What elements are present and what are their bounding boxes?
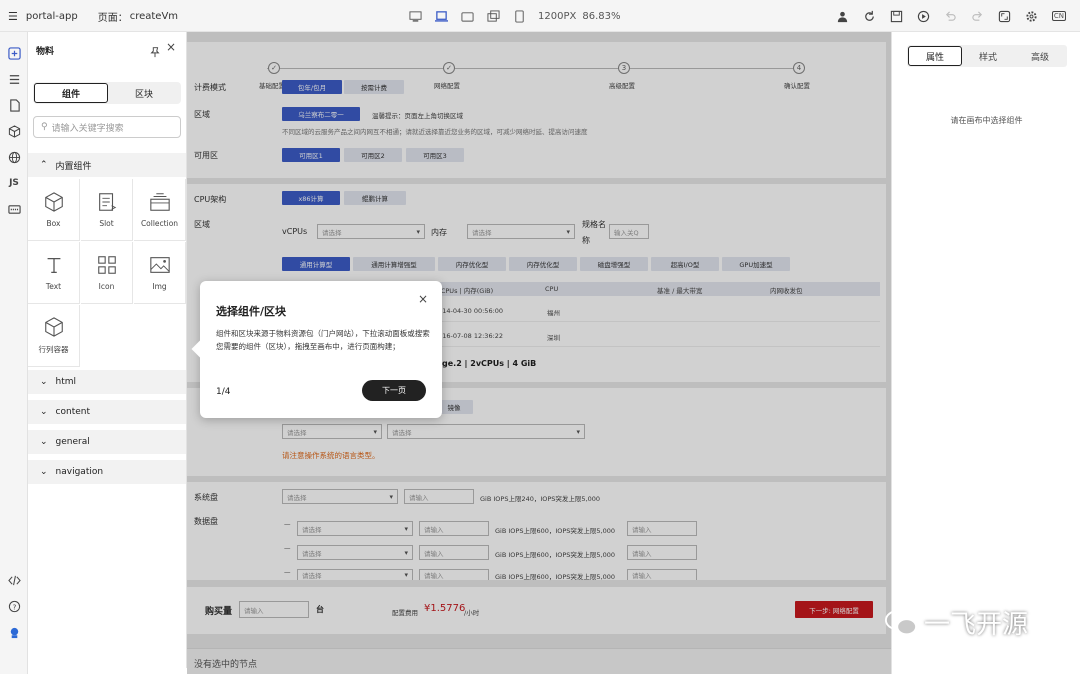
icon-grid-icon <box>97 256 116 274</box>
code-icon[interactable] <box>7 573 21 587</box>
page-label: 页面： <box>97 12 128 24</box>
component-slot[interactable]: Slot <box>81 179 133 241</box>
empty-selection-hint: 请在画布中选择组件 <box>950 116 1023 125</box>
group-label: navigation <box>55 467 104 477</box>
component-icon[interactable]: Icon <box>81 242 133 304</box>
tablet-icon[interactable] <box>486 9 500 23</box>
box-icon <box>44 192 63 212</box>
group-label: content <box>55 407 91 417</box>
group-label: html <box>55 377 77 387</box>
group-label: general <box>55 437 90 447</box>
watermark: 一飞开源 <box>884 604 1028 641</box>
close-icon[interactable]: × <box>418 292 428 306</box>
settings-icon[interactable] <box>1025 9 1039 23</box>
component-text[interactable]: Text <box>28 242 80 304</box>
page-name[interactable]: createVm <box>130 11 178 22</box>
group-content[interactable]: ⌄ content <box>28 400 186 424</box>
help-icon[interactable]: ? <box>7 599 21 613</box>
refresh-icon[interactable] <box>863 9 877 23</box>
component-collection[interactable]: Collection <box>134 179 186 241</box>
tab-blocks[interactable]: 区块 <box>108 83 180 103</box>
chevron-down-icon: ⌄ <box>40 377 48 387</box>
component-label: Text <box>45 282 62 291</box>
material-tabs: 组件 区块 <box>33 82 181 104</box>
tablet-landscape-icon[interactable] <box>460 9 474 23</box>
component-box[interactable]: Box <box>28 179 80 241</box>
chevron-down-icon: ⌄ <box>40 407 48 417</box>
component-row-col-container[interactable]: 行列容器 <box>28 305 80 367</box>
desktop-icon[interactable] <box>408 9 422 23</box>
mobile-icon[interactable] <box>512 9 526 23</box>
component-img[interactable]: Img <box>134 242 186 304</box>
group-label: 内置组件 <box>55 161 92 172</box>
component-label: Icon <box>98 282 115 291</box>
tab-advanced[interactable]: 高级 <box>1014 46 1066 66</box>
search-icon: ⚲ <box>41 122 48 132</box>
close-panel-icon[interactable]: × <box>166 40 176 54</box>
top-toolbar: ☰ portal-app 页面： createVm 1200PX 86.83% … <box>0 0 1080 32</box>
add-component-icon[interactable] <box>7 46 21 60</box>
redo-icon[interactable] <box>971 9 985 23</box>
slot-icon <box>98 193 116 211</box>
chevron-up-icon: ⌃ <box>40 160 48 170</box>
panel-title: 物料 <box>36 47 55 57</box>
group-general[interactable]: ⌄ general <box>28 430 186 454</box>
tab-styles[interactable]: 样式 <box>962 46 1014 66</box>
popover-body: 组件和区块来源于物料资源包（门户网站），下拉滚动面板或搜索您需要的组件（区块），… <box>216 329 430 351</box>
popover-title: 选择组件/区块 <box>216 305 287 318</box>
guide-popover: × 选择组件/区块 组件和区块来源于物料资源包（门户网站），下拉滚动面板或搜索您… <box>191 281 442 418</box>
search-placeholder: 请输入关键字搜索 <box>51 123 124 134</box>
component-search-input[interactable]: ⚲ 请输入关键字搜索 <box>33 116 181 138</box>
globe-icon[interactable] <box>7 150 21 164</box>
component-label: Box <box>46 219 61 228</box>
laptop-icon[interactable] <box>434 9 448 23</box>
image-icon <box>149 257 170 273</box>
popover-progress: 1/4 <box>216 387 231 397</box>
app-name[interactable]: portal-app <box>26 11 78 22</box>
container-cube-icon <box>44 317 63 337</box>
js-icon[interactable]: JS <box>7 176 21 190</box>
outline-tree-icon[interactable] <box>7 72 21 86</box>
wechat-icon <box>884 609 918 635</box>
block-cube-icon[interactable] <box>7 124 21 138</box>
tab-props[interactable]: 属性 <box>908 46 962 66</box>
group-html[interactable]: ⌄ html <box>28 370 186 394</box>
settings-tabs: 属性 样式 高级 <box>907 45 1067 67</box>
chevron-down-icon: ⌄ <box>40 467 48 477</box>
watermark-text: 一飞开源 <box>924 610 1029 640</box>
language-icon[interactable]: CN <box>1051 11 1066 21</box>
menu-icon[interactable]: ☰ <box>8 10 18 23</box>
material-panel: 物料 × 组件 区块 ⚲ 请输入关键字搜索 ⌃ 内置组件 Box Slot Co… <box>28 32 187 668</box>
chevron-down-icon: ⌄ <box>40 437 48 447</box>
zoom-level[interactable]: 86.83% <box>582 11 620 22</box>
component-label: Collection <box>140 219 179 228</box>
user-icon[interactable] <box>836 9 850 23</box>
pin-icon[interactable] <box>149 43 161 58</box>
component-label: Slot <box>99 219 114 228</box>
fullscreen-icon[interactable] <box>998 9 1012 23</box>
save-icon[interactable] <box>890 9 904 23</box>
svg-text:?: ? <box>12 602 16 611</box>
group-navigation[interactable]: ⌄ navigation <box>28 460 186 484</box>
page-file-icon[interactable] <box>7 98 21 112</box>
data-source-icon[interactable] <box>7 202 21 216</box>
settings-panel: 属性 样式 高级 请在画布中选择组件 <box>891 32 1080 674</box>
collection-icon <box>149 193 170 211</box>
robot-icon[interactable] <box>7 625 21 639</box>
text-icon <box>47 257 60 273</box>
component-label: 行列容器 <box>38 345 69 354</box>
next-page-button[interactable]: 下一页 <box>362 380 426 401</box>
preview-icon[interactable] <box>917 9 931 23</box>
tab-components[interactable]: 组件 <box>34 83 108 103</box>
canvas-width[interactable]: 1200PX <box>538 11 576 22</box>
component-label: Img <box>152 282 167 291</box>
group-builtin[interactable]: ⌃ 内置组件 <box>28 153 186 177</box>
undo-icon[interactable] <box>944 9 958 23</box>
activity-bar: JS ? <box>0 32 28 674</box>
